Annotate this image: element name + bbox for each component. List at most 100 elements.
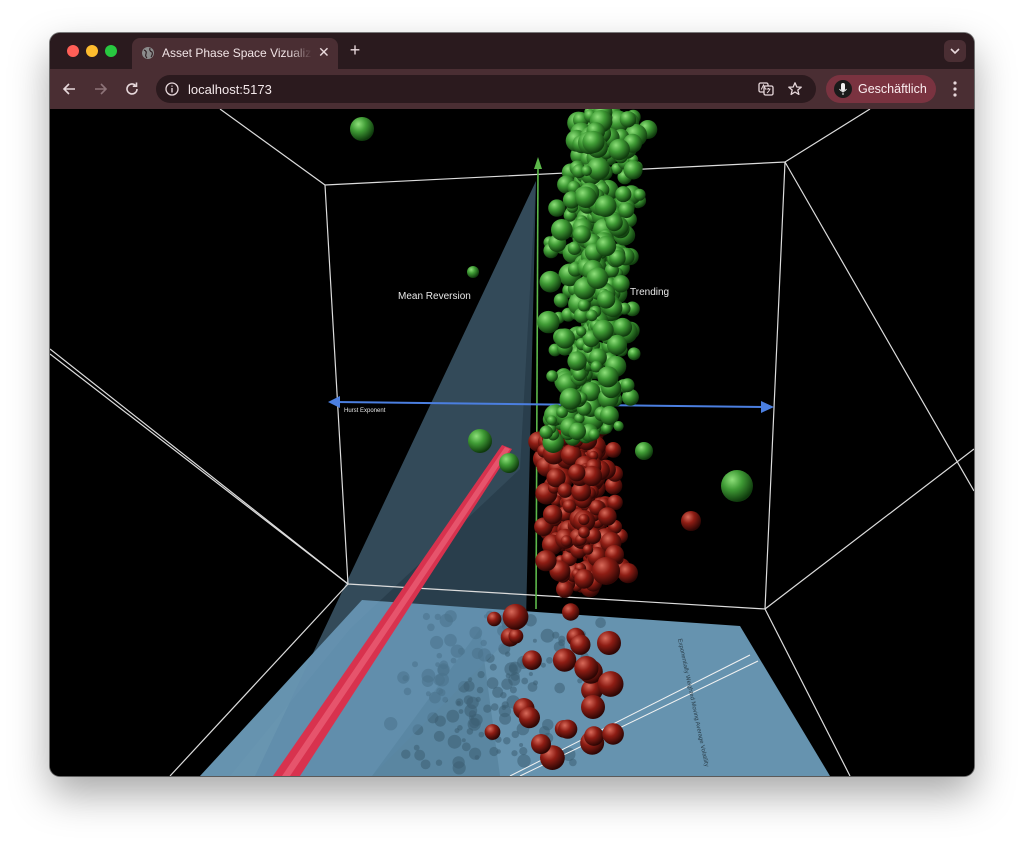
green-sphere	[539, 270, 562, 293]
sphere-shadow	[476, 686, 484, 694]
phase-space-scene[interactable]: Mean Reversion Trending Hurst Exponent E…	[50, 109, 974, 776]
sphere-shadow	[528, 671, 533, 677]
red-sphere	[578, 513, 590, 526]
red-sphere	[570, 634, 591, 655]
sphere-shadow	[532, 638, 537, 643]
sphere-shadow	[486, 677, 499, 689]
red-sphere	[552, 648, 577, 672]
webgl-canvas[interactable]: Mean Reversion Trending Hurst Exponent E…	[50, 109, 974, 776]
sphere-shadow	[519, 747, 528, 756]
sphere-shadow	[414, 749, 426, 761]
green-sphere	[567, 351, 587, 371]
sphere-shadow	[500, 692, 507, 699]
sphere-shadow	[527, 682, 538, 692]
sphere-shadow	[490, 703, 499, 711]
green-sphere	[620, 378, 635, 393]
tab-search-button[interactable]	[944, 40, 966, 62]
avatar	[834, 80, 852, 98]
red-sphere	[574, 569, 594, 589]
zoom-window-button[interactable]	[105, 45, 117, 57]
green-sphere	[559, 387, 582, 410]
sphere-shadow	[496, 749, 501, 754]
sphere-shadow	[511, 750, 518, 757]
sphere-shadow	[456, 700, 461, 706]
chevron-down-icon	[950, 48, 960, 55]
red-sphere	[605, 442, 622, 458]
new-tab-button[interactable]: +	[346, 40, 364, 60]
green-sphere	[546, 370, 558, 382]
green-sphere	[537, 310, 560, 334]
profile-button[interactable]: Geschäftlich	[826, 75, 936, 103]
green-sphere	[576, 326, 587, 337]
sphere-shadow	[466, 696, 479, 709]
green-sphere	[575, 186, 597, 208]
sphere-shadow	[469, 747, 482, 760]
back-arrow-icon[interactable]	[60, 79, 80, 99]
sphere-shadow	[446, 709, 460, 723]
green-sphere	[551, 219, 573, 241]
red-sphere	[602, 723, 624, 745]
red-sphere	[568, 464, 586, 482]
red-sphere	[562, 499, 577, 513]
green-sphere	[618, 202, 635, 219]
green-sphere	[592, 319, 614, 341]
sphere-shadow	[483, 704, 492, 713]
green-sphere	[499, 453, 519, 473]
close-window-button[interactable]	[67, 45, 79, 57]
green-sphere	[627, 347, 641, 361]
tab-asset-phase-space[interactable]: Asset Phase Space Vizualization ✕	[132, 38, 338, 69]
green-sphere	[572, 225, 591, 244]
green-sphere	[619, 111, 637, 128]
address-bar[interactable]: localhost:5173	[156, 75, 816, 103]
sphere-shadow	[521, 677, 529, 685]
tab-title: Asset Phase Space Vizualization	[162, 46, 312, 60]
translate-icon[interactable]	[758, 81, 774, 97]
minimize-window-button[interactable]	[86, 45, 98, 57]
red-sphere	[560, 535, 573, 547]
red-sphere	[487, 611, 502, 627]
url-text[interactable]: localhost:5173	[188, 82, 272, 97]
green-sphere	[594, 195, 617, 217]
sphere-shadow	[477, 671, 485, 679]
sphere-shadow	[461, 742, 471, 752]
green-sphere	[568, 422, 586, 441]
close-tab-icon[interactable]: ✕	[318, 44, 332, 60]
green-sphere	[467, 266, 479, 278]
sphere-shadow	[498, 704, 512, 718]
green-sphere	[613, 421, 624, 432]
red-sphere	[574, 656, 599, 681]
green-sphere	[539, 425, 553, 439]
reload-icon[interactable]	[122, 79, 142, 99]
green-sphere	[597, 290, 616, 309]
green-sphere	[595, 235, 617, 257]
red-sphere	[578, 526, 590, 539]
browser-window: Asset Phase Space Vizualization ✕ + loca…	[50, 33, 974, 776]
sphere-shadow	[433, 730, 445, 742]
red-sphere	[556, 580, 574, 598]
globe-icon	[142, 47, 154, 59]
green-sphere	[588, 428, 600, 441]
green-sphere	[608, 138, 630, 161]
green-sphere	[721, 470, 753, 502]
green-sphere	[633, 188, 646, 201]
sphere-shadow	[546, 657, 553, 664]
red-sphere	[531, 734, 551, 754]
sphere-shadow	[595, 617, 606, 629]
browser-toolbar: localhost:5173 Geschäftlich	[50, 69, 974, 109]
green-sphere	[548, 199, 566, 217]
bookmark-star-icon[interactable]	[787, 81, 803, 97]
more-menu-icon[interactable]	[947, 79, 963, 99]
sphere-shadow	[569, 758, 577, 767]
sphere-shadow	[420, 759, 431, 770]
site-info-icon[interactable]	[165, 82, 179, 96]
forward-arrow-icon[interactable]	[90, 79, 110, 99]
sphere-shadow	[458, 709, 464, 714]
green-sphere	[613, 317, 633, 337]
red-sphere	[522, 650, 542, 670]
sphere-shadow	[509, 664, 517, 673]
profile-label: Geschäftlich	[858, 82, 927, 96]
green-sphere	[615, 186, 632, 203]
mean-reversion-label: Mean Reversion	[398, 291, 471, 302]
red-sphere	[535, 550, 557, 572]
green-sphere	[612, 275, 630, 293]
